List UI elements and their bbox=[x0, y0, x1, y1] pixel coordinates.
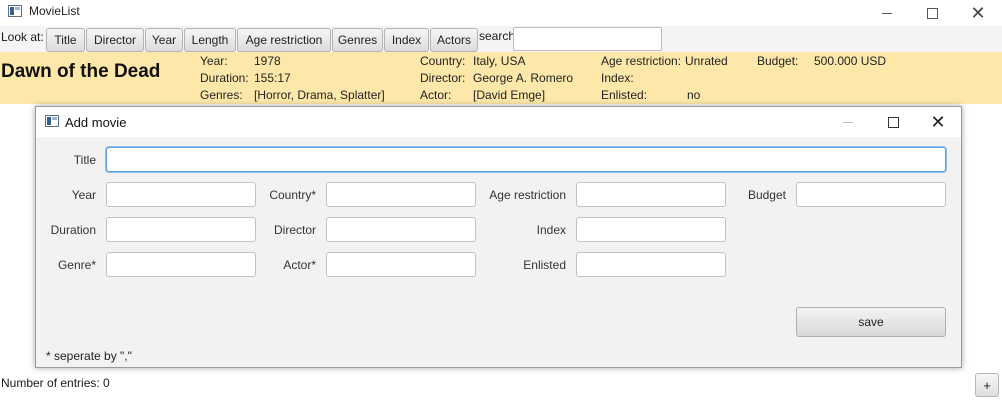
entries-count: Number of entries: 0 bbox=[1, 376, 110, 390]
genre-field-label: Genre* bbox=[57, 258, 96, 272]
genre-field[interactable] bbox=[106, 252, 256, 277]
minimize-button[interactable] bbox=[864, 0, 910, 26]
age-restriction-value: Unrated bbox=[685, 54, 728, 68]
duration-label: Duration: bbox=[200, 71, 249, 85]
country-field-label: Country* bbox=[269, 188, 316, 202]
dialog-minimize-button bbox=[825, 109, 871, 135]
duration-field-label: Duration bbox=[50, 223, 96, 237]
maximize-button[interactable] bbox=[909, 0, 955, 26]
actor-field-label: Actor* bbox=[283, 258, 316, 272]
year-value: 1978 bbox=[254, 54, 281, 68]
enlisted-label: Enlisted: bbox=[601, 88, 648, 102]
sort-genres-button[interactable]: Genres bbox=[332, 28, 383, 52]
dialog-maximize-button[interactable] bbox=[870, 109, 916, 135]
index-field[interactable] bbox=[576, 217, 726, 242]
add-movie-dialog: Add movie ✕ Title Year Country* Age rest… bbox=[35, 106, 962, 368]
dialog-close-button[interactable]: ✕ bbox=[915, 109, 961, 135]
enlisted-field[interactable] bbox=[576, 252, 726, 277]
budget-field-label: Budget bbox=[747, 188, 786, 202]
budget-field[interactable] bbox=[796, 182, 946, 207]
enlisted-value: no bbox=[687, 88, 701, 102]
actor-label: Actor: bbox=[420, 88, 452, 102]
maximize-icon bbox=[926, 7, 938, 19]
sort-toolbar: Look at: Title Director Year Length Age … bbox=[0, 26, 1002, 52]
maximize-icon bbox=[887, 116, 899, 128]
app-window-icon bbox=[8, 5, 22, 17]
budget-label: Budget: bbox=[757, 54, 799, 68]
movie-title: Dawn of the Dead bbox=[1, 61, 161, 82]
minimize-icon bbox=[843, 121, 853, 123]
sort-director-button[interactable]: Director bbox=[86, 28, 144, 52]
search-label: search bbox=[479, 29, 516, 43]
age-restriction-label: Age restriction: bbox=[601, 54, 682, 68]
close-icon: ✕ bbox=[970, 2, 986, 23]
director-label: Director: bbox=[420, 71, 466, 85]
director-value: George A. Romero bbox=[473, 71, 574, 85]
dialog-window-icon bbox=[45, 115, 59, 127]
dialog-titlebar[interactable]: Add movie ✕ bbox=[36, 107, 961, 137]
sort-length-button[interactable]: Length bbox=[184, 28, 236, 52]
sort-title-button[interactable]: Title bbox=[46, 28, 85, 52]
country-value: Italy, USA bbox=[473, 54, 526, 68]
age-restriction-field[interactable] bbox=[576, 182, 726, 207]
director-field-label: Director bbox=[273, 223, 316, 237]
sort-age-restriction-button[interactable]: Age restriction bbox=[237, 28, 331, 52]
movie-detail-row[interactable]: Dawn of the Dead Year: 1978 Duration: 15… bbox=[0, 52, 1002, 104]
duration-value: 155:17 bbox=[254, 71, 291, 85]
search-input[interactable] bbox=[513, 27, 662, 51]
save-button[interactable]: save bbox=[796, 307, 946, 337]
close-icon: ✕ bbox=[930, 111, 946, 132]
budget-value: 500.000 USD bbox=[814, 54, 887, 68]
year-label: Year: bbox=[200, 54, 228, 68]
close-button[interactable]: ✕ bbox=[955, 0, 1001, 26]
genres-label: Genres: bbox=[200, 88, 243, 102]
title-field[interactable] bbox=[106, 147, 946, 172]
index-label: Index: bbox=[601, 71, 634, 85]
year-field[interactable] bbox=[106, 182, 256, 207]
country-label: Country: bbox=[420, 54, 466, 68]
actor-value: [David Emge] bbox=[473, 88, 546, 102]
dialog-title: Add movie bbox=[65, 115, 127, 130]
genres-value: [Horror, Drama, Splatter] bbox=[254, 88, 385, 102]
year-field-label: Year bbox=[71, 188, 96, 202]
main-titlebar[interactable]: MovieList ✕ bbox=[0, 0, 1002, 26]
minimize-icon bbox=[882, 12, 892, 14]
add-movie-button[interactable]: + bbox=[975, 373, 999, 397]
sort-year-button[interactable]: Year bbox=[145, 28, 183, 52]
sort-index-button[interactable]: Index bbox=[384, 28, 429, 52]
separator-note: * seperate by "," bbox=[46, 349, 132, 363]
director-field[interactable] bbox=[326, 217, 476, 242]
title-field-label: Title bbox=[73, 153, 96, 167]
index-field-label: Index bbox=[536, 223, 566, 237]
age-restriction-field-label: Age restriction bbox=[489, 188, 566, 202]
window-title: MovieList bbox=[29, 4, 80, 18]
enlisted-field-label: Enlisted bbox=[523, 258, 566, 272]
sort-actors-button[interactable]: Actors bbox=[430, 28, 478, 52]
actor-field[interactable] bbox=[326, 252, 476, 277]
country-field[interactable] bbox=[326, 182, 476, 207]
duration-field[interactable] bbox=[106, 217, 256, 242]
look-at-label: Look at: bbox=[1, 30, 44, 44]
